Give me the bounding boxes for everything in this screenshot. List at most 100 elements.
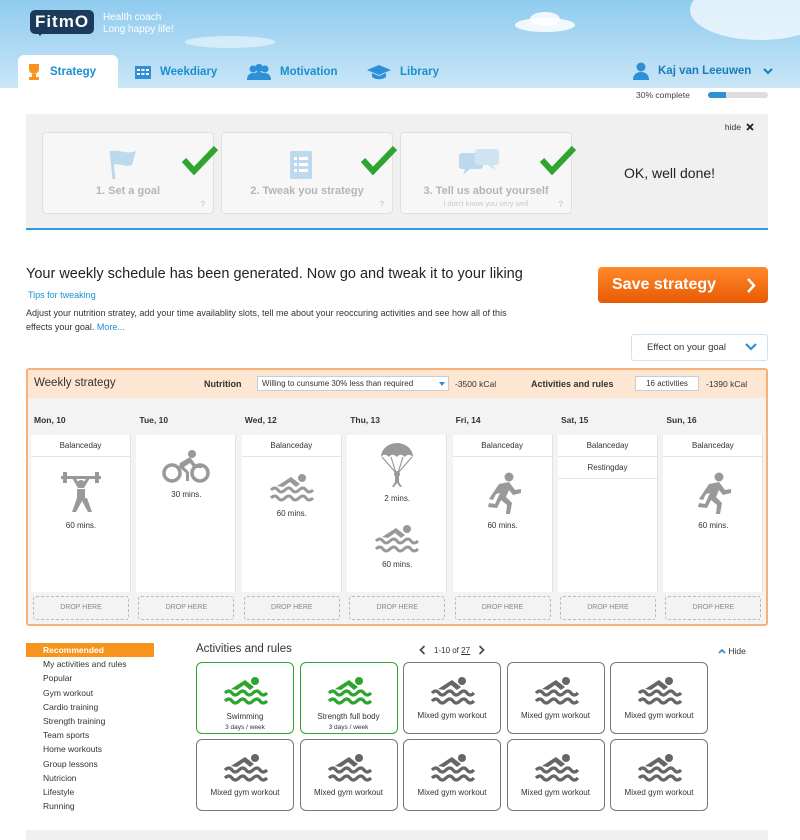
drop-zone[interactable]: DROP HERE	[33, 596, 129, 620]
scheduled-activity[interactable]: 2 mins.	[347, 441, 447, 503]
intro-description: Adjust your nutrition stratey, add your …	[26, 306, 516, 334]
step-set-goal[interactable]: 1. Set a goal ?	[42, 132, 219, 214]
drop-zone[interactable]: DROP HERE	[243, 596, 340, 620]
activity-card[interactable]: Mixed gym workout	[299, 739, 398, 811]
hide-steps-button[interactable]: hide	[725, 122, 754, 132]
day-column: Mon, 10 Balanceday 60 mins. DROP HERE	[28, 398, 133, 624]
user-name: Kaj van Leeuwen	[658, 65, 752, 77]
category-item[interactable]: My activities and rules	[26, 657, 154, 671]
step-tell-about-yourself[interactable]: 3. Tell us about yourself I don't know y…	[400, 132, 577, 214]
category-item[interactable]: Recommended	[26, 643, 154, 658]
activity-card[interactable]: Mixed gym workout	[506, 662, 605, 734]
category-item[interactable]: Running	[26, 799, 154, 813]
fitmo-logo[interactable]: FitmO	[30, 10, 94, 36]
help-link[interactable]: ?	[201, 200, 205, 209]
activity-card[interactable]: Mixed gym workout	[610, 739, 708, 811]
swimming-icon	[534, 754, 579, 782]
step-tweak-strategy[interactable]: 2. Tweak you strategy ?	[221, 132, 398, 214]
tab-library[interactable]: Library	[358, 55, 447, 88]
category-item[interactable]: Lifestyle	[26, 785, 154, 799]
activities-pager: 1-10 of 27	[419, 645, 485, 655]
scheduled-activity[interactable]: 60 mins.	[242, 472, 342, 518]
day-tag[interactable]: Restingday	[558, 457, 657, 479]
drop-zone[interactable]: DROP HERE	[138, 596, 235, 620]
day-slot[interactable]: Balanceday 60 mins.	[31, 435, 131, 592]
day-tag[interactable]: Balanceday	[452, 435, 552, 457]
step-label: 2. Tweak you strategy	[250, 185, 364, 197]
day-name: Mon, 10	[34, 415, 66, 425]
activity-card[interactable]: Strength full body 3 days / week	[299, 662, 398, 734]
parachute-icon	[379, 443, 415, 491]
swimming-icon	[431, 677, 475, 705]
day-slot[interactable]: 2 mins. 60 mins.	[347, 435, 448, 592]
help-link[interactable]: ?	[380, 200, 384, 209]
graduation-cap-icon	[367, 64, 391, 79]
day-tag[interactable]: Balanceday	[663, 435, 763, 457]
chevron-up-icon	[718, 648, 726, 654]
day-slot[interactable]: Balanceday 60 mins.	[452, 435, 553, 592]
dropdown-arrow-icon	[439, 382, 445, 389]
day-tag[interactable]: Balanceday	[241, 435, 341, 457]
effect-label: Effect on your goal	[647, 342, 727, 353]
activity-card[interactable]: Mixed gym workout	[403, 662, 501, 734]
tab-motivation[interactable]: Motivation	[238, 55, 346, 88]
drop-zone[interactable]: DROP HERE	[349, 596, 446, 620]
category-item[interactable]: Group lessons	[26, 757, 154, 771]
flag-icon	[109, 150, 136, 180]
swimming-icon	[224, 677, 268, 705]
pager-total: 27	[461, 645, 471, 655]
tab-weekdiary[interactable]: Weekdiary	[126, 55, 225, 88]
nutrition-select[interactable]: Willing to cunsume 30% less than require…	[257, 376, 449, 391]
category-item[interactable]: Cardio training	[26, 700, 154, 714]
day-name: Sat, 15	[561, 415, 589, 425]
category-item[interactable]: Team sports	[26, 728, 154, 742]
scheduled-activity[interactable]: 60 mins.	[453, 472, 553, 530]
category-item[interactable]: Home workouts	[26, 742, 154, 756]
tab-strategy[interactable]: Strategy	[18, 55, 118, 88]
save-strategy-button[interactable]: Save strategy	[598, 267, 768, 303]
activity-card[interactable]: Mixed gym workout	[403, 739, 501, 811]
drop-zone[interactable]: DROP HERE	[665, 596, 762, 620]
running-icon	[693, 472, 733, 518]
category-item[interactable]: Nutricion	[26, 771, 154, 785]
effect-on-goal-dropdown[interactable]: Effect on your goal	[631, 334, 768, 361]
day-slot[interactable]: Balanceday Restingday	[558, 435, 658, 592]
chevron-right-icon[interactable]	[478, 645, 485, 655]
chevron-left-icon[interactable]	[419, 645, 426, 655]
hide-activities-button[interactable]: Hide	[718, 646, 746, 656]
scheduled-activity[interactable]: 60 mins.	[663, 472, 763, 530]
day-tag[interactable]: Balanceday	[558, 435, 657, 457]
progress-fill	[707, 92, 726, 98]
tips-link[interactable]: Tips for tweaking	[28, 290, 96, 300]
checkmark-icon	[181, 145, 219, 175]
user-menu[interactable]: Kaj van Leeuwen	[632, 62, 781, 80]
category-item[interactable]: Strength training	[26, 714, 154, 728]
day-slot[interactable]: Balanceday 60 mins.	[241, 435, 342, 592]
chevron-right-icon	[747, 278, 756, 293]
close-icon	[746, 123, 754, 131]
page-headline: Your weekly schedule has been generated.…	[26, 266, 523, 282]
day-slot[interactable]: 30 mins.	[136, 435, 237, 592]
activity-card-title: Mixed gym workout	[210, 788, 280, 797]
category-item[interactable]: Popular	[26, 671, 154, 685]
swimming-icon	[224, 754, 268, 782]
activity-card[interactable]: Mixed gym workout	[610, 662, 708, 734]
checkmark-icon	[360, 145, 398, 175]
tab-label: Strategy	[50, 66, 97, 78]
day-slot[interactable]: Balanceday 60 mins.	[663, 435, 764, 592]
category-item[interactable]: Gym workout	[26, 686, 154, 700]
help-link[interactable]: ?	[559, 200, 563, 209]
drop-zone[interactable]: DROP HERE	[560, 596, 656, 620]
more-link[interactable]: More...	[97, 322, 125, 332]
progress-bar	[707, 92, 768, 98]
activities-count-field[interactable]: 16 activities	[635, 376, 699, 391]
drop-zone[interactable]: DROP HERE	[454, 596, 551, 620]
scheduled-activity[interactable]: 60 mins.	[347, 523, 447, 569]
activity-card[interactable]: Mixed gym workout	[506, 739, 605, 811]
running-icon	[483, 472, 523, 518]
day-tag[interactable]: Balanceday	[31, 435, 130, 457]
scheduled-activity[interactable]: 60 mins.	[31, 472, 131, 530]
activity-card[interactable]: Mixed gym workout	[196, 739, 294, 811]
scheduled-activity[interactable]: 30 mins.	[136, 449, 236, 499]
activity-card[interactable]: Swimming 3 days / week	[196, 662, 294, 734]
